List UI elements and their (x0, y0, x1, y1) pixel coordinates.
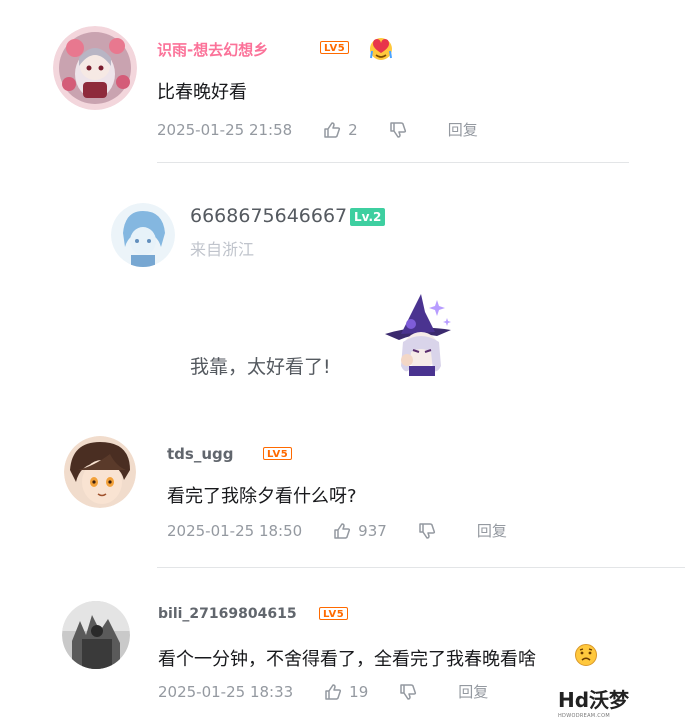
thumbs-up-icon (325, 683, 342, 700)
dislike-button[interactable] (388, 120, 408, 140)
comment-text: 看个一分钟，不舍得看了，全看完了我春晚看啥 (158, 649, 536, 670)
comment-username[interactable]: 识雨-想去幻想乡 (157, 39, 268, 60)
level-badge: LV5 (319, 607, 349, 620)
reply-button[interactable]: 回复 (477, 520, 507, 541)
dislike-button[interactable] (398, 682, 418, 702)
like-count: 2 (348, 120, 358, 139)
divider (157, 567, 685, 568)
comment-username[interactable]: 6668675646667 (190, 205, 347, 227)
level-badge: LV5 (263, 447, 293, 460)
level-badge: Lv.2 (350, 208, 386, 226)
comment-username[interactable]: tds_ugg (167, 445, 234, 463)
location-text: 来自浙江 (190, 240, 255, 259)
comment-meta: 2025-01-25 18:50 937 回复 (167, 520, 507, 541)
avatar[interactable] (64, 436, 136, 508)
comment-text: 看完了我除夕看什么呀? (167, 486, 357, 507)
witch-sticker-icon (377, 290, 463, 376)
thumbs-up-icon (334, 522, 351, 539)
divider (157, 162, 629, 163)
comment-text: 比春晚好看 (157, 82, 247, 103)
like-count: 937 (358, 521, 387, 540)
like-count: 19 (349, 682, 369, 701)
like-button[interactable]: 937 (332, 521, 417, 541)
reply-button[interactable]: 回复 (448, 119, 478, 140)
thumbs-up-icon (324, 121, 341, 138)
comment-date: 2025-01-25 18:50 (167, 521, 303, 540)
watermark-subtitle: HDWODREAM.COM (558, 713, 610, 719)
comment-date: 2025-01-25 18:33 (158, 682, 294, 701)
like-button[interactable]: 19 (323, 682, 398, 702)
reply-button[interactable]: 回复 (458, 681, 488, 702)
like-button[interactable]: 2 (322, 120, 388, 140)
sad-face-emoji-icon (574, 643, 598, 667)
comment-meta: 2025-01-25 18:33 19 回复 (158, 681, 488, 702)
avatar[interactable] (111, 203, 175, 267)
level-badge: LV5 (320, 41, 350, 54)
comment-meta: 2025-01-25 21:58 2 回复 (157, 119, 478, 140)
thumbs-down-icon (400, 683, 417, 700)
heart-face-emoji-icon (368, 35, 394, 61)
comment-date: 2025-01-25 21:58 (157, 120, 293, 139)
comment-username[interactable]: bili_27169804615 (158, 606, 297, 622)
dislike-button[interactable] (417, 521, 437, 541)
avatar[interactable] (53, 26, 137, 110)
watermark-title: Hd沃梦 (558, 688, 630, 712)
watermark-logo: Hd沃梦 HDWODREAM.COM (558, 684, 629, 719)
thumbs-down-icon (389, 121, 406, 138)
avatar[interactable] (62, 601, 130, 669)
thumbs-down-icon (419, 522, 435, 539)
comment-text: 我靠，太好看了! (190, 356, 331, 378)
